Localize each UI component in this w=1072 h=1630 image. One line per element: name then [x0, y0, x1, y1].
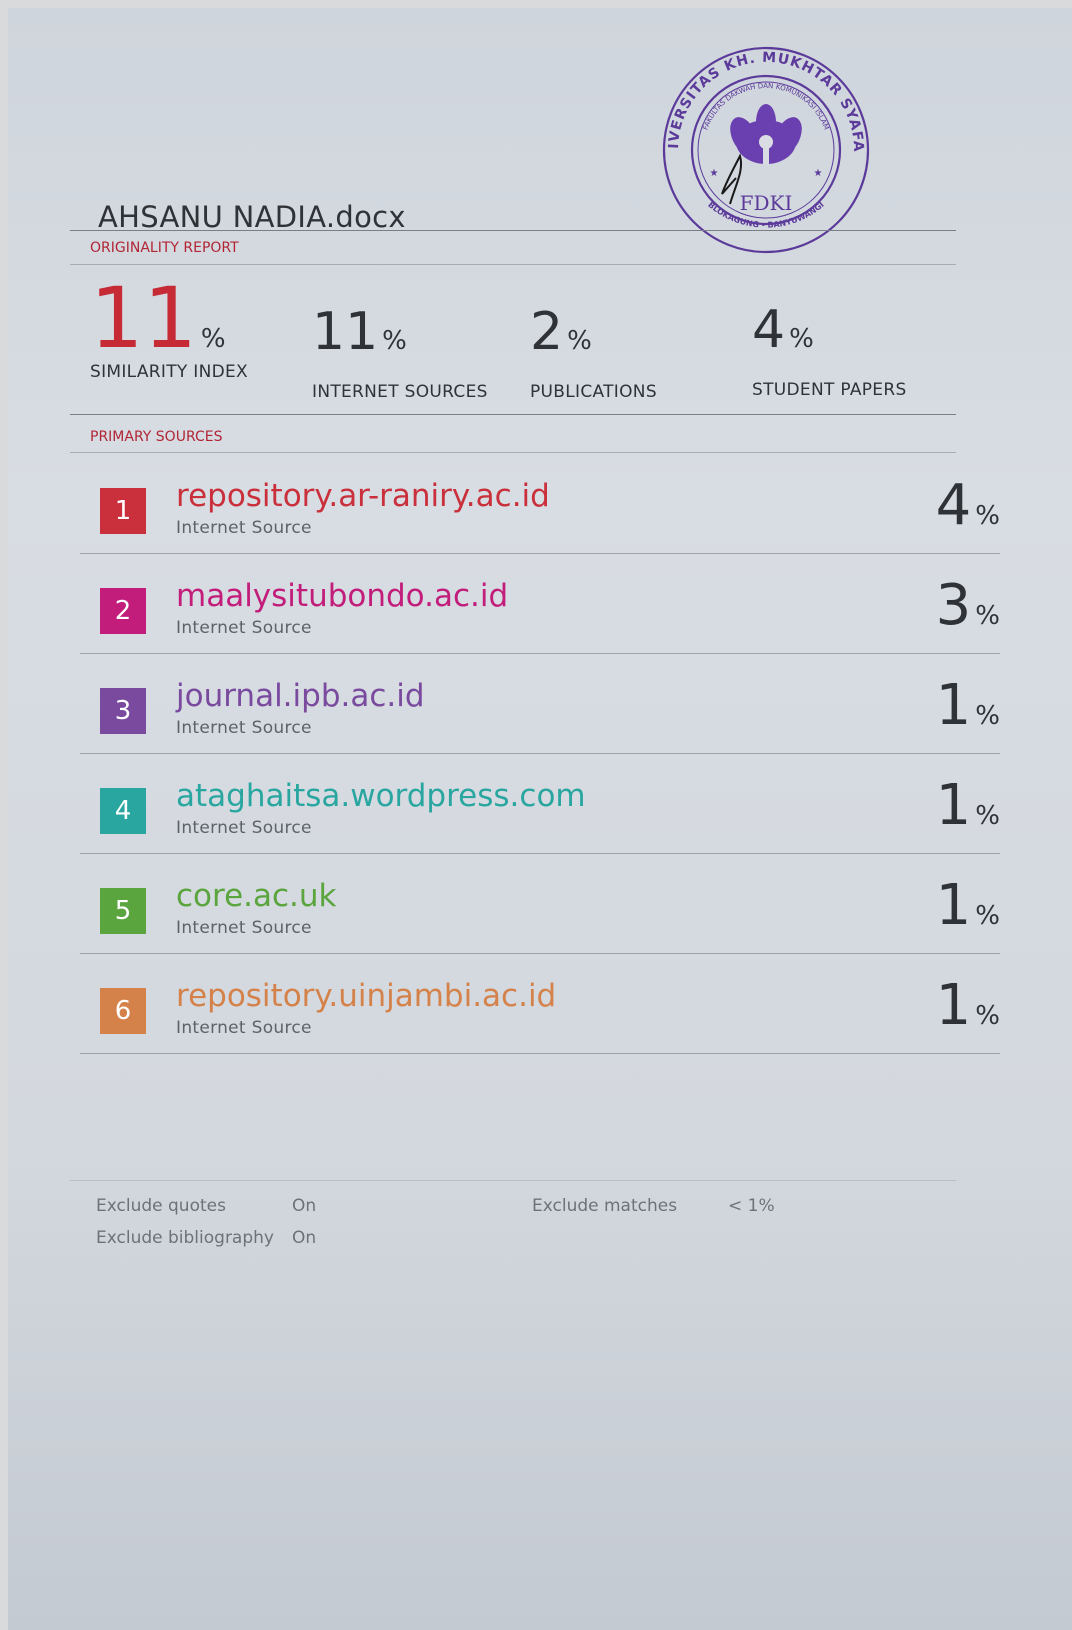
similarity-index-value: 11 — [90, 269, 197, 367]
student-papers-value: 4 — [752, 300, 786, 360]
document-filename: AHSANU NADIA.docx — [98, 200, 406, 234]
source-percent: 1% — [935, 973, 1000, 1038]
source-percent: 4% — [935, 473, 1000, 538]
exclude-bibliography-value: On — [292, 1228, 317, 1248]
source-rank-badge: 5 — [100, 888, 146, 934]
source-name[interactable]: journal.ipb.ac.id — [176, 678, 425, 714]
svg-text:★: ★ — [710, 168, 719, 179]
internet-sources-label: INTERNET SOURCES — [312, 382, 488, 402]
source-name[interactable]: ataghaitsa.wordpress.com — [176, 778, 586, 814]
publications-unit: % — [567, 326, 592, 356]
originality-report-label: ORIGINALITY REPORT — [90, 240, 239, 256]
exclude-quotes-value: On — [292, 1196, 317, 1216]
source-percent: 1% — [935, 773, 1000, 838]
source-row[interactable]: 4 ataghaitsa.wordpress.com Internet Sour… — [80, 754, 1000, 854]
exclude-bibliography-label: Exclude bibliography — [96, 1228, 274, 1248]
source-type: Internet Source — [176, 518, 312, 538]
exclude-matches-value: < 1% — [728, 1196, 775, 1216]
internet-sources-stat: 11% INTERNET SOURCES — [312, 302, 487, 402]
source-name[interactable]: repository.uinjambi.ac.id — [176, 978, 556, 1014]
title-divider — [70, 230, 956, 231]
source-rank-badge: 3 — [100, 688, 146, 734]
student-papers-unit: % — [789, 324, 814, 354]
source-name[interactable]: maalysitubondo.ac.id — [176, 578, 508, 614]
stats-divider — [70, 414, 956, 415]
source-percent: 3% — [935, 573, 1000, 638]
primary-sources-label: PRIMARY SOURCES — [90, 429, 223, 445]
svg-text:★: ★ — [814, 168, 823, 179]
publications-stat: 2% PUBLICATIONS — [530, 302, 657, 402]
source-type: Internet Source — [176, 618, 312, 638]
source-row[interactable]: 5 core.ac.uk Internet Source 1% — [80, 854, 1000, 954]
source-row[interactable]: 3 journal.ipb.ac.id Internet Source 1% — [80, 654, 1000, 754]
source-type: Internet Source — [176, 1018, 312, 1038]
source-rank-badge: 1 — [100, 488, 146, 534]
source-rank-badge: 2 — [100, 588, 146, 634]
source-percent: 1% — [935, 673, 1000, 738]
source-name[interactable]: core.ac.uk — [176, 878, 337, 914]
source-type: Internet Source — [176, 718, 312, 738]
student-papers-stat: 4% STUDENT PAPERS — [752, 300, 906, 400]
publications-label: PUBLICATIONS — [530, 382, 657, 402]
student-papers-label: STUDENT PAPERS — [752, 380, 907, 400]
source-type: Internet Source — [176, 918, 312, 938]
source-percent: 1% — [935, 873, 1000, 938]
row-divider — [80, 1053, 1000, 1054]
report-page: UNIVERSITAS KH. MUKHTAR SYAFAAT FAKULTAS… — [8, 8, 1072, 1630]
source-rank-badge: 6 — [100, 988, 146, 1034]
source-name[interactable]: repository.ar-raniry.ac.id — [176, 478, 550, 514]
section-divider — [70, 264, 956, 265]
university-stamp-icon: UNIVERSITAS KH. MUKHTAR SYAFAAT FAKULTAS… — [660, 44, 870, 254]
internet-sources-value: 11 — [312, 302, 379, 362]
source-type: Internet Source — [176, 818, 312, 838]
source-row[interactable]: 6 repository.uinjambi.ac.id Internet Sou… — [80, 954, 1000, 1054]
settings-divider — [70, 1180, 956, 1181]
primary-sources-divider — [70, 452, 956, 453]
svg-text:FDKI: FDKI — [740, 191, 793, 215]
similarity-index-stat: 11% SIMILARITY INDEX — [90, 269, 248, 382]
source-row[interactable]: 1 repository.ar-raniry.ac.id Internet So… — [80, 454, 1000, 554]
internet-sources-unit: % — [382, 326, 407, 356]
source-row[interactable]: 2 maalysitubondo.ac.id Internet Source 3… — [80, 554, 1000, 654]
similarity-index-label: SIMILARITY INDEX — [90, 362, 248, 382]
similarity-index-unit: % — [200, 324, 226, 354]
exclude-matches-label: Exclude matches — [532, 1196, 678, 1216]
exclude-quotes-label: Exclude quotes — [96, 1196, 226, 1216]
source-rank-badge: 4 — [100, 788, 146, 834]
publications-value: 2 — [530, 302, 564, 362]
